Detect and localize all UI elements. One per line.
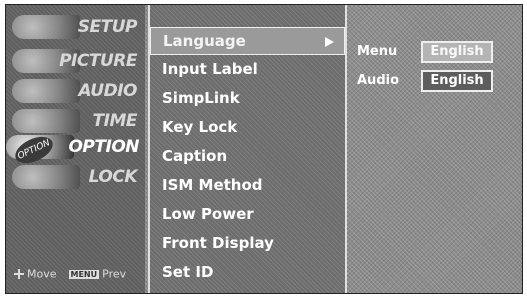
category-setup[interactable]: SETUP	[12, 13, 143, 41]
menu-item-label: Low Power	[162, 205, 254, 223]
move-icon	[14, 269, 24, 279]
category-picture-label: PICTURE	[59, 51, 137, 71]
category-time-label: TIME	[92, 111, 138, 131]
category-lock[interactable]: LOCK	[12, 163, 143, 191]
menu-item-input-label[interactable]: Input Label	[150, 56, 345, 84]
audio-language-label: Audio	[357, 73, 400, 88]
category-time[interactable]: TIME	[12, 107, 143, 135]
lock-icon	[12, 165, 80, 189]
setup-icon	[12, 15, 80, 39]
category-audio-label: AUDIO	[78, 81, 137, 101]
menu-item-language[interactable]: Language	[150, 27, 345, 55]
menu-language-label: Menu	[357, 44, 398, 59]
option-menu: Language Input Label SimpLink Key Lock C…	[148, 5, 347, 293]
audio-icon	[12, 79, 80, 103]
menu-item-label: Input Label	[162, 60, 258, 78]
category-setup-label: SETUP	[77, 17, 138, 37]
menu-item-label: SimpLink	[162, 89, 240, 107]
menu-item-caption[interactable]: Caption	[150, 143, 345, 171]
menu-item-label: Set ID	[162, 263, 214, 281]
move-label: Move	[27, 267, 57, 281]
menu-item-label: Key Lock	[162, 118, 238, 136]
navigation-hint: Move MENU Prev	[14, 267, 126, 281]
menu-key-icon: MENU	[68, 269, 100, 279]
option-icon: OPTION	[6, 131, 74, 169]
menu-language-row: Menu English	[349, 40, 522, 64]
menu-item-ism-method[interactable]: ISM Method	[150, 172, 345, 200]
category-option[interactable]: OPTION OPTION	[6, 131, 145, 169]
category-picture[interactable]: PICTURE	[12, 47, 143, 75]
menu-item-label: Front Display	[162, 234, 274, 252]
osd-screen: SETUP PICTURE AUDIO TIME OPTION OPTION L…	[5, 4, 523, 294]
time-icon	[12, 109, 80, 133]
category-sidebar: SETUP PICTURE AUDIO TIME OPTION OPTION L…	[6, 5, 145, 293]
prev-label: Prev	[102, 267, 127, 281]
menu-item-front-display[interactable]: Front Display	[150, 230, 345, 258]
audio-language-select[interactable]: English	[421, 70, 493, 92]
arrow-right-icon	[325, 37, 334, 47]
category-audio[interactable]: AUDIO	[12, 77, 143, 105]
menu-item-set-id[interactable]: Set ID	[150, 259, 345, 287]
audio-language-row: Audio English	[349, 69, 522, 93]
menu-item-label: Language	[163, 32, 246, 50]
menu-language-select[interactable]: English	[421, 41, 493, 63]
menu-item-simplink[interactable]: SimpLink	[150, 85, 345, 113]
menu-item-key-lock[interactable]: Key Lock	[150, 114, 345, 142]
menu-item-label: ISM Method	[162, 176, 263, 194]
menu-item-low-power[interactable]: Low Power	[150, 201, 345, 229]
category-option-label: OPTION	[68, 137, 139, 157]
language-submenu: Menu English Audio English	[349, 5, 522, 293]
category-lock-label: LOCK	[88, 167, 138, 187]
menu-item-label: Caption	[162, 147, 228, 165]
